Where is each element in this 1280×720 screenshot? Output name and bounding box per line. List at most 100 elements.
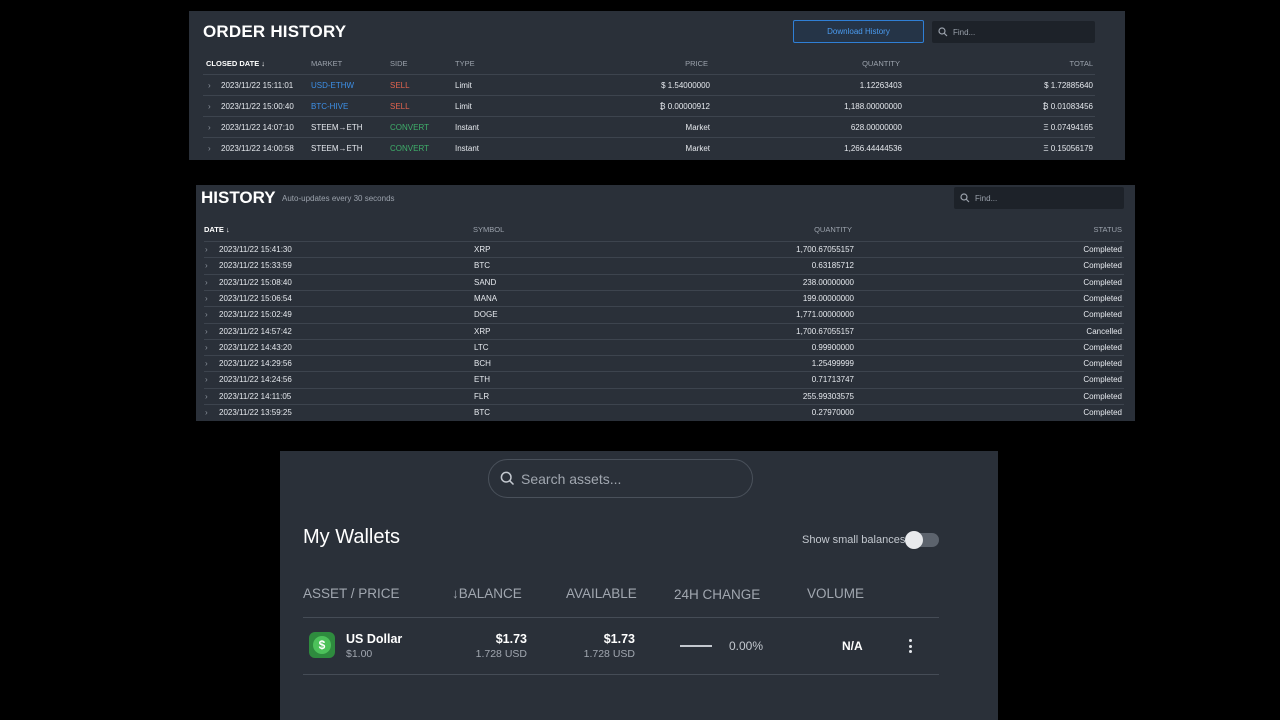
more-options-icon[interactable]	[907, 639, 913, 653]
order-row[interactable]: › 2023/11/22 15:11:01 USD-ETHW SELL Limi…	[203, 74, 1095, 95]
chevron-right-icon[interactable]: ›	[205, 261, 208, 270]
history-date: 2023/11/22 15:06:54	[219, 293, 292, 303]
asset-price: $1.00	[346, 648, 373, 660]
order-total: $ 1.72885640	[1044, 81, 1093, 90]
chevron-right-icon[interactable]: ›	[208, 81, 211, 90]
column-asset-price[interactable]: ASSET / PRICE	[303, 586, 400, 601]
order-type: Limit	[455, 102, 472, 111]
history-row[interactable]: › 2023/11/22 14:43:20 LTC 0.99900000 Complet…	[204, 338, 1124, 355]
history-symbol: DOGE	[474, 310, 498, 320]
order-side: CONVERT	[390, 123, 429, 132]
chevron-right-icon[interactable]: ›	[205, 245, 208, 254]
history-date: 2023/11/22 15:08:40	[219, 277, 292, 287]
history-date: 2023/11/22 14:24:56	[219, 375, 292, 385]
history-row[interactable]: › 2023/11/22 14:57:42 XRP 1,700.67055157 Can…	[204, 322, 1124, 339]
history-date: 2023/11/22 13:59:25	[219, 408, 292, 417]
order-market[interactable]: BTC-HIVE	[311, 102, 348, 111]
chevron-right-icon[interactable]: ›	[208, 144, 211, 153]
arrow-down-icon: ↓	[225, 225, 230, 234]
chevron-right-icon[interactable]: ›	[205, 327, 208, 336]
history-symbol: SAND	[474, 277, 497, 287]
history-quantity: 255.99303575	[802, 391, 854, 401]
chevron-right-icon[interactable]: ›	[205, 375, 208, 384]
column-market[interactable]: MARKET	[311, 59, 342, 68]
history-status: Completed	[1083, 277, 1122, 287]
column-24h-change[interactable]: 24H CHANGE	[674, 587, 760, 602]
history-row[interactable]: › 2023/11/22 15:08:40 SAND 238.00000000 Comp…	[204, 273, 1124, 290]
chevron-right-icon[interactable]: ›	[205, 278, 208, 287]
column-total[interactable]: TOTAL	[1070, 59, 1093, 68]
order-history-header: CLOSED DATE ↓ MARKET SIDE TYPE PRICE QUA…	[203, 59, 1095, 73]
order-market[interactable]: USD-ETHW	[311, 81, 354, 90]
column-quantity[interactable]: QUANTITY	[862, 59, 900, 68]
column-status[interactable]: STATUS	[1094, 225, 1122, 234]
order-history-find[interactable]	[932, 21, 1095, 43]
order-date: 2023/11/22 15:00:40	[221, 102, 294, 111]
column-side[interactable]: SIDE	[390, 59, 408, 68]
history-row[interactable]: › 2023/11/22 15:02:49 DOGE 1,771.00000000 Co…	[204, 306, 1124, 322]
history-row[interactable]: › 2023/11/22 15:41:30 XRP 1,700.67055157 Com…	[204, 241, 1124, 257]
column-quantity[interactable]: QUANTITY	[814, 225, 852, 234]
history-find[interactable]	[954, 187, 1124, 209]
search-assets[interactable]	[488, 459, 753, 498]
column-date-label: DATE	[204, 225, 224, 234]
volume-value: N/A	[842, 639, 863, 653]
asset-name: US Dollar	[346, 632, 403, 646]
order-quantity: 1.12263403	[859, 81, 902, 90]
column-date[interactable]: DATE ↓	[204, 225, 230, 234]
history-subtitle: Auto-updates every 30 seconds	[282, 194, 395, 203]
column-closed-date[interactable]: CLOSED DATE ↓	[206, 59, 265, 68]
column-volume[interactable]: VOLUME	[807, 586, 864, 601]
history-symbol: LTC	[474, 342, 489, 352]
chevron-right-icon[interactable]: ›	[205, 343, 208, 352]
chevron-right-icon[interactable]: ›	[205, 408, 208, 417]
chevron-right-icon[interactable]: ›	[205, 359, 208, 368]
history-date: 2023/11/22 15:41:30	[219, 245, 292, 254]
history-row[interactable]: › 2023/11/22 14:11:05 FLR 255.99303575 Compl…	[204, 387, 1124, 404]
column-balance[interactable]: ↓BALANCE	[452, 586, 522, 601]
column-price[interactable]: PRICE	[685, 59, 708, 68]
history-row[interactable]: › 2023/11/22 15:33:59 BTC 0.63185712 Complet…	[204, 257, 1124, 273]
history-status: Completed	[1083, 310, 1122, 320]
order-price: ₿ 0.00000912	[659, 102, 710, 111]
chevron-right-icon[interactable]: ›	[205, 294, 208, 303]
column-type[interactable]: TYPE	[455, 59, 475, 68]
history-row[interactable]: › 2023/11/22 14:24:56 ETH 0.71713747 Complet…	[204, 371, 1124, 387]
order-price: Market	[685, 123, 710, 132]
order-row[interactable]: › 2023/11/22 15:00:40 BTC-HIVE SELL Limi…	[203, 95, 1095, 116]
small-balances-toggle[interactable]	[905, 531, 939, 549]
history-quantity: 1,700.67055157	[796, 245, 854, 254]
history-symbol: XRP	[474, 245, 491, 254]
header-divider	[303, 617, 939, 618]
history-date: 2023/11/22 14:29:56	[219, 359, 292, 369]
history-row[interactable]: › 2023/11/22 15:06:54 MANA 199.00000000 Comp…	[204, 289, 1124, 306]
history-row[interactable]: › 2023/11/22 14:29:56 BCH 1.25499999 Complet…	[204, 355, 1124, 371]
small-balances-label: Show small balances	[802, 534, 906, 546]
row-divider	[303, 674, 939, 675]
chevron-right-icon[interactable]: ›	[208, 123, 211, 132]
order-quantity: 1,266.44444536	[844, 144, 902, 153]
chevron-right-icon[interactable]: ›	[205, 392, 208, 401]
order-history-title: ORDER HISTORY	[203, 22, 347, 41]
history-quantity: 1,771.00000000	[796, 310, 854, 320]
history-find-input[interactable]	[975, 193, 1095, 203]
order-price: Market	[685, 144, 710, 153]
order-row[interactable]: › 2023/11/22 14:00:58 STEEM→ETH CONVERT …	[203, 137, 1095, 158]
history-row[interactable]: › 2023/11/22 13:59:25 BTC 0.27970000 Complet…	[204, 404, 1124, 420]
order-history-find-input[interactable]	[953, 27, 1073, 37]
chevron-right-icon[interactable]: ›	[205, 310, 208, 319]
search-icon	[500, 471, 515, 486]
chevron-right-icon[interactable]: ›	[208, 102, 211, 111]
history-quantity: 199.00000000	[802, 293, 854, 303]
column-symbol[interactable]: SYMBOL	[473, 225, 504, 234]
order-row[interactable]: › 2023/11/22 14:07:10 STEEM→ETH CONVERT …	[203, 116, 1095, 137]
sparkline-flat	[680, 645, 712, 647]
search-assets-input[interactable]	[521, 470, 731, 487]
order-type: Instant	[455, 144, 480, 153]
history-quantity: 0.63185712	[811, 261, 854, 271]
column-balance-label: BALANCE	[458, 586, 522, 601]
download-history-button[interactable]: Download History	[793, 20, 924, 43]
column-available[interactable]: AVAILABLE	[566, 586, 637, 601]
history-symbol: FLR	[474, 391, 490, 401]
history-date: 2023/11/22 14:57:42	[219, 326, 292, 336]
